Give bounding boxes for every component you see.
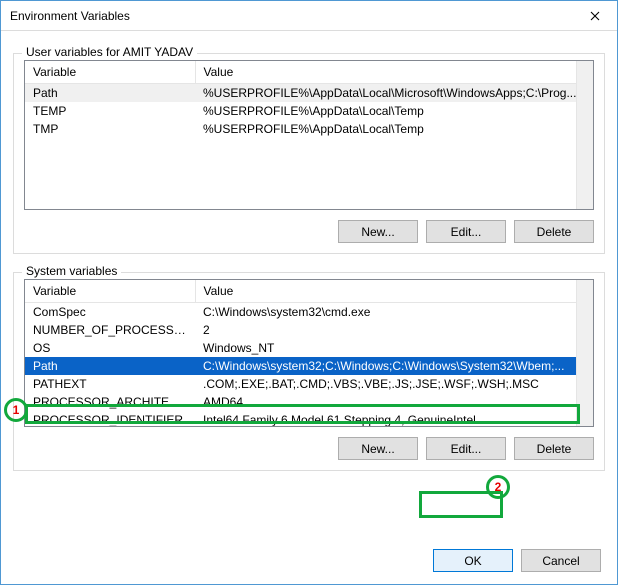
ok-button[interactable]: OK xyxy=(433,549,513,572)
cell-var: NUMBER_OF_PROCESSORS xyxy=(25,321,195,339)
user-variables-group: User variables for AMIT YADAV Variable V… xyxy=(13,53,605,254)
cell-var: PATHEXT xyxy=(25,375,195,393)
cell-val: %USERPROFILE%\AppData\Local\Temp xyxy=(195,102,593,120)
system-group-title: System variables xyxy=(22,264,121,278)
dialog-window: Environment Variables User variables for… xyxy=(0,0,618,585)
cell-var: ComSpec xyxy=(25,303,195,322)
table-row-selected[interactable]: Path C:\Windows\system32;C:\Windows;C:\W… xyxy=(25,357,593,375)
table-row[interactable]: PATHEXT .COM;.EXE;.BAT;.CMD;.VBS;.VBE;.J… xyxy=(25,375,593,393)
table-row[interactable]: OS Windows_NT xyxy=(25,339,593,357)
system-buttons: New... Edit... Delete xyxy=(24,437,594,460)
table-row[interactable]: TEMP %USERPROFILE%\AppData\Local\Temp xyxy=(25,102,593,120)
cell-val: %USERPROFILE%\AppData\Local\Temp xyxy=(195,120,593,138)
cell-val: %USERPROFILE%\AppData\Local\Microsoft\Wi… xyxy=(195,84,593,103)
user-edit-button[interactable]: Edit... xyxy=(426,220,506,243)
user-delete-button[interactable]: Delete xyxy=(514,220,594,243)
system-delete-button[interactable]: Delete xyxy=(514,437,594,460)
user-col-value[interactable]: Value xyxy=(195,61,593,84)
user-new-button[interactable]: New... xyxy=(338,220,418,243)
cell-var: Path xyxy=(25,84,195,103)
cell-val: C:\Windows\system32;C:\Windows;C:\Window… xyxy=(195,357,593,375)
annotation-box-edit-button xyxy=(419,491,503,518)
cell-val: Intel64 Family 6 Model 61 Stepping 4, Ge… xyxy=(195,411,593,427)
cell-var: TMP xyxy=(25,120,195,138)
user-group-title: User variables for AMIT YADAV xyxy=(22,45,197,59)
user-buttons: New... Edit... Delete xyxy=(24,220,594,243)
table-row[interactable]: PROCESSOR_IDENTIFIER Intel64 Family 6 Mo… xyxy=(25,411,593,427)
user-col-variable[interactable]: Variable xyxy=(25,61,195,84)
cell-val: AMD64 xyxy=(195,393,593,411)
window-title: Environment Variables xyxy=(10,1,130,31)
table-row[interactable]: TMP %USERPROFILE%\AppData\Local\Temp xyxy=(25,120,593,138)
close-icon xyxy=(590,11,600,21)
user-variables-table[interactable]: Variable Value Path %USERPROFILE%\AppDat… xyxy=(24,60,594,210)
table-row[interactable]: NUMBER_OF_PROCESSORS 2 xyxy=(25,321,593,339)
cell-var: PROCESSOR_ARCHITECTURE xyxy=(25,393,195,411)
table-row[interactable]: PROCESSOR_ARCHITECTURE AMD64 xyxy=(25,393,593,411)
cancel-button[interactable]: Cancel xyxy=(521,549,601,572)
system-variables-group: System variables Variable Value ComSpec … xyxy=(13,272,605,471)
scrollbar[interactable] xyxy=(576,280,593,426)
scrollbar[interactable] xyxy=(576,61,593,209)
dialog-buttons: OK Cancel xyxy=(433,549,601,572)
dialog-content: User variables for AMIT YADAV Variable V… xyxy=(1,31,617,483)
sys-col-value[interactable]: Value xyxy=(195,280,593,303)
cell-val: 2 xyxy=(195,321,593,339)
titlebar: Environment Variables xyxy=(1,1,617,31)
cell-val: C:\Windows\system32\cmd.exe xyxy=(195,303,593,322)
cell-var: TEMP xyxy=(25,102,195,120)
system-variables-table[interactable]: Variable Value ComSpec C:\Windows\system… xyxy=(24,279,594,427)
cell-val: .COM;.EXE;.BAT;.CMD;.VBS;.VBE;.JS;.JSE;.… xyxy=(195,375,593,393)
close-button[interactable] xyxy=(572,1,617,30)
cell-val: Windows_NT xyxy=(195,339,593,357)
table-row[interactable]: Path %USERPROFILE%\AppData\Local\Microso… xyxy=(25,84,593,103)
cell-var: Path xyxy=(25,357,195,375)
cell-var: OS xyxy=(25,339,195,357)
sys-col-variable[interactable]: Variable xyxy=(25,280,195,303)
system-edit-button[interactable]: Edit... xyxy=(426,437,506,460)
cell-var: PROCESSOR_IDENTIFIER xyxy=(25,411,195,427)
table-row[interactable]: ComSpec C:\Windows\system32\cmd.exe xyxy=(25,303,593,322)
system-new-button[interactable]: New... xyxy=(338,437,418,460)
